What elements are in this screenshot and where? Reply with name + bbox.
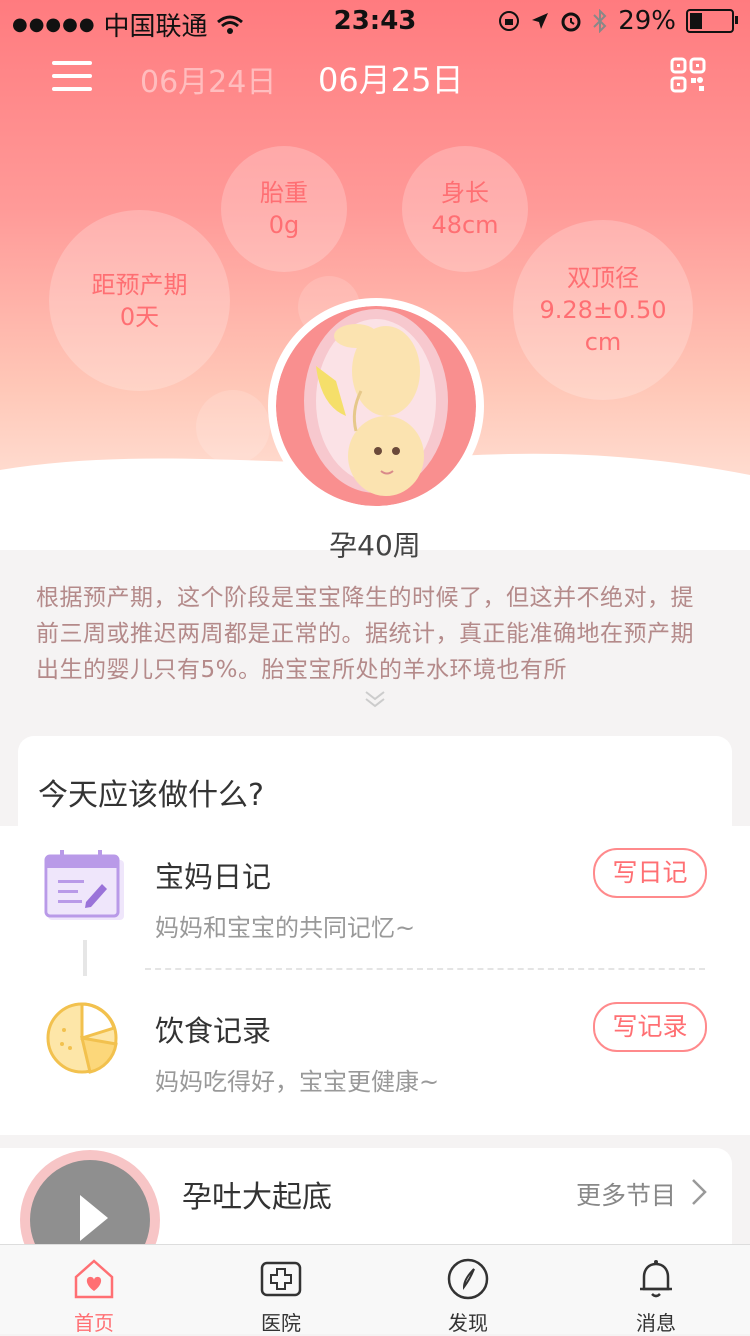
battery-percent: 29%	[618, 6, 676, 36]
tab-discover[interactable]: 发现	[408, 1245, 528, 1335]
write-diary-button[interactable]: 写日记	[593, 848, 707, 898]
tab-messages[interactable]: 消息	[596, 1245, 716, 1335]
stat-fetal-length: 身长 48cm	[402, 146, 528, 272]
stat-label: 身长	[441, 179, 489, 207]
bluetooth-icon	[593, 9, 607, 33]
todo-item-diet[interactable]: 饮食记录 妈妈吃得好，宝宝更健康~ 写记录	[0, 980, 750, 1130]
fetus-image	[276, 306, 476, 506]
home-heart-icon	[74, 1259, 114, 1299]
tab-label: 医院	[261, 1311, 301, 1335]
lock-rotation-icon	[499, 11, 520, 31]
location-icon	[532, 13, 549, 29]
stat-label: 胎重	[260, 179, 308, 207]
hospital-cross-icon	[260, 1261, 302, 1297]
chevron-right-icon[interactable]	[690, 1178, 708, 1206]
stat-value: 48cm	[431, 211, 499, 239]
status-bar: ●●●●● 中国联通 23:43 29%	[0, 0, 750, 42]
more-programs-link[interactable]: 更多节目	[576, 1176, 676, 1212]
stat-value: 0天	[119, 302, 160, 331]
stat-value: 0g	[268, 211, 300, 239]
stat-label: 距预产期	[91, 270, 188, 299]
todo-title: 今天应该做什么?	[38, 778, 264, 813]
tab-label: 消息	[636, 1311, 676, 1335]
fetus-illustration[interactable]	[268, 298, 484, 514]
tab-label: 发现	[448, 1311, 488, 1335]
compass-icon	[447, 1258, 489, 1300]
write-record-button[interactable]: 写记录	[593, 1002, 707, 1052]
battery-icon	[686, 9, 738, 33]
divider	[145, 968, 705, 970]
todo-item-subtitle: 妈妈和宝宝的共同记忆~	[155, 914, 416, 942]
pie-chart-icon	[46, 1002, 118, 1074]
stat-label: 双顶径	[567, 264, 639, 292]
date-current-tab[interactable]: 06月25日	[318, 55, 463, 101]
menu-icon[interactable]	[52, 61, 92, 91]
tab-label: 首页	[74, 1311, 114, 1335]
expand-chevron-icon[interactable]	[364, 690, 386, 708]
tab-home[interactable]: 首页	[34, 1245, 154, 1335]
play-icon[interactable]	[78, 1193, 110, 1243]
stat-value: 9.28±0.50	[539, 296, 667, 324]
calendar-edit-icon	[44, 850, 124, 920]
qr-code-icon[interactable]	[670, 57, 706, 93]
todo-item-title: 饮食记录	[155, 1014, 272, 1048]
top-nav: 06月24日 06月25日	[0, 55, 750, 105]
alarm-icon	[561, 12, 581, 32]
pregnancy-week: 孕40周	[329, 529, 421, 562]
audio-title: 孕吐大起底	[182, 1180, 332, 1215]
todo-item-diary[interactable]: 宝妈日记 妈妈和宝宝的共同记忆~ 写日记	[0, 826, 750, 976]
stat-unit: cm	[584, 328, 622, 356]
week-description: 根据预产期，这个阶段是宝宝降生的时候了，但这并不绝对，提前三周或推迟两周都是正常…	[36, 585, 694, 683]
todo-item-subtitle: 妈妈吃得好，宝宝更健康~	[155, 1068, 440, 1096]
stat-fetal-weight: 胎重 0g	[221, 146, 347, 272]
timeline-connector	[83, 940, 87, 976]
tab-hospital[interactable]: 医院	[221, 1245, 341, 1335]
stat-bpd: 双顶径 9.28±0.50 cm	[513, 220, 693, 400]
tab-bar: 首页 医院 发现 消息	[0, 1244, 750, 1335]
stat-due-date: 距预产期 0天	[49, 210, 230, 391]
bell-icon	[640, 1260, 672, 1298]
date-prev-tab[interactable]: 06月24日	[140, 57, 276, 101]
todo-item-title: 宝妈日记	[155, 860, 272, 894]
